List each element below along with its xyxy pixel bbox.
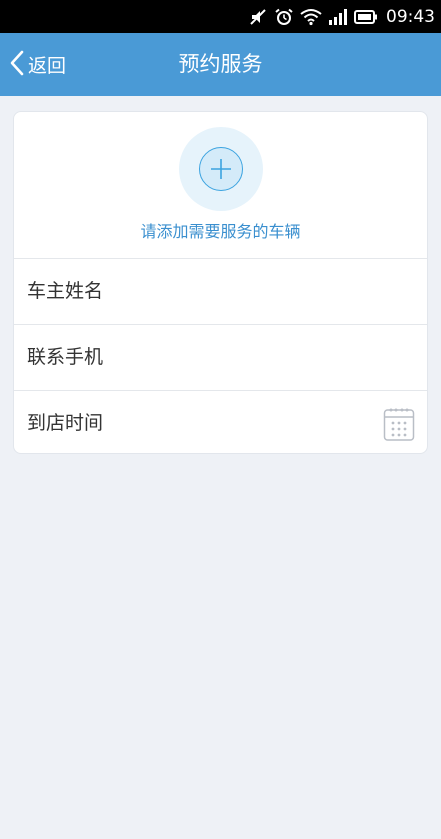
status-time: 09:43 <box>386 6 435 27</box>
add-vehicle-button[interactable]: 请添加需要服务的车辆 <box>14 112 427 258</box>
battery-icon <box>354 9 378 25</box>
arrival-time-field[interactable]: 到店时间 <box>14 390 427 453</box>
add-vehicle-label: 请添加需要服务的车辆 <box>140 222 301 241</box>
wifi-icon <box>300 8 322 26</box>
owner-name-label: 车主姓名 <box>27 280 104 302</box>
contact-phone-field[interactable]: 联系手机 <box>14 324 427 390</box>
owner-name-field[interactable]: 车主姓名 <box>14 258 427 324</box>
arrival-time-label: 到店时间 <box>27 412 104 434</box>
calendar-icon[interactable] <box>383 406 415 446</box>
appointment-form-card: 请添加需要服务的车辆 车主姓名 联系手机 到店时间 <box>13 111 428 454</box>
add-circle <box>199 147 243 191</box>
status-icons: 09:43 <box>248 0 435 33</box>
status-bar: 09:43 <box>0 0 441 33</box>
nav-bar: 返回 预约服务 <box>0 33 441 96</box>
contact-phone-label: 联系手机 <box>27 346 104 368</box>
alarm-icon <box>274 8 294 26</box>
signal-icon <box>328 8 348 26</box>
page-title: 预约服务 <box>178 52 263 76</box>
plus-icon <box>211 159 231 179</box>
mute-icon <box>248 8 268 26</box>
